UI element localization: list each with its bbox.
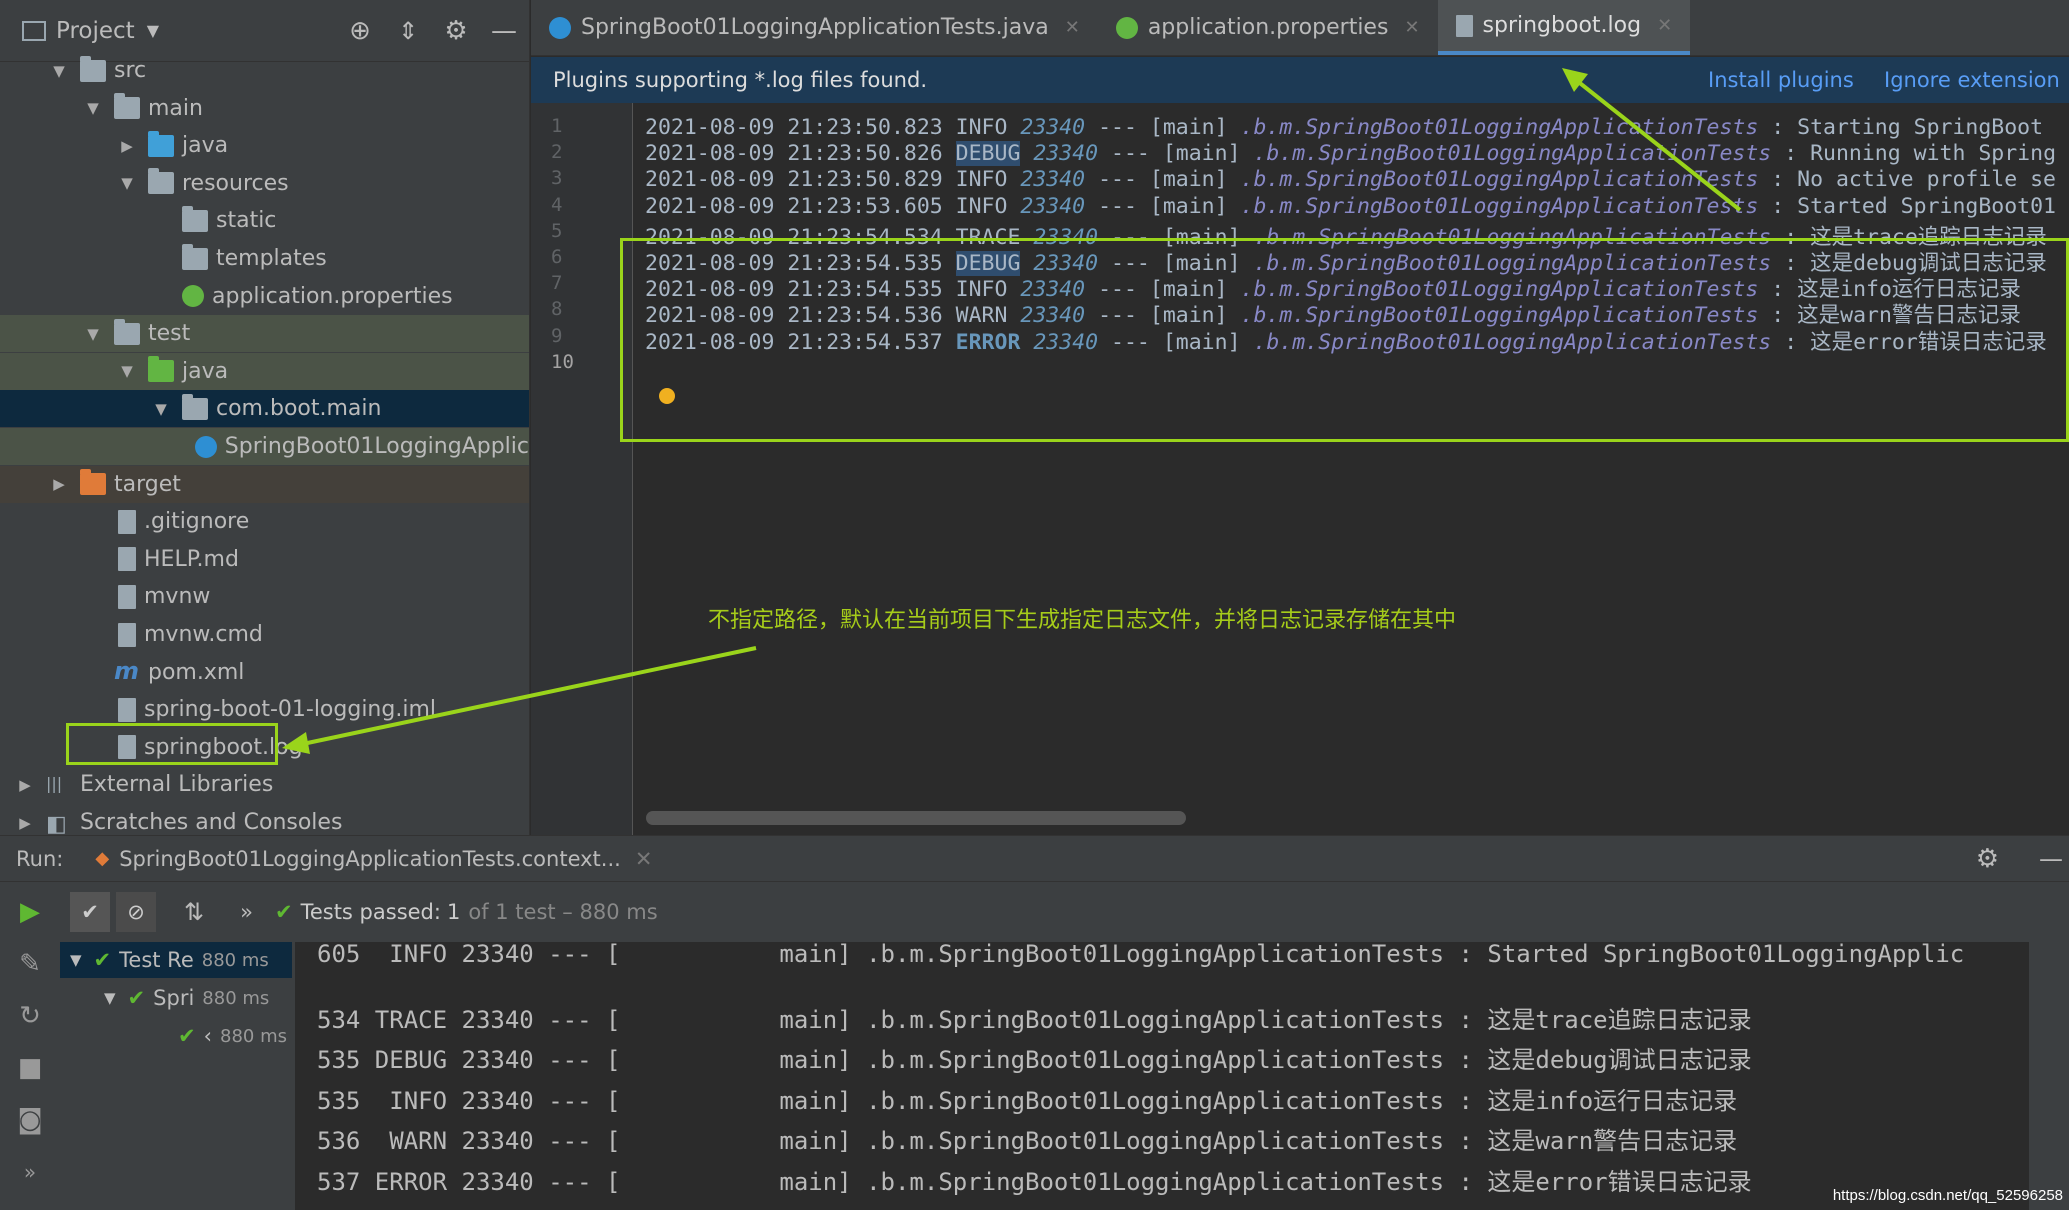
chevron-down-icon[interactable]: ▼ bbox=[104, 989, 116, 1007]
console-line: 536 WARN 23340 --- [ main] .b.m.SpringBo… bbox=[317, 1127, 1738, 1155]
tests-tree: ▼ ✔ Test Re 880 ms ▼ ✔ Spri 880 ms ✔ ‹ 8… bbox=[60, 942, 292, 1210]
test-node-time: 880 ms bbox=[202, 987, 270, 1009]
passed-check-icon: ✔ bbox=[127, 986, 146, 1010]
console-output[interactable]: 605 INFO 23340 --- [ main] .b.m.SpringBo… bbox=[295, 942, 2029, 1210]
console-line: 605 INFO 23340 --- [ main] .b.m.SpringBo… bbox=[317, 942, 1965, 968]
test-node-label: ‹ bbox=[203, 1024, 213, 1048]
chevron-down-icon[interactable]: ▼ bbox=[70, 951, 82, 969]
show-ignored-icon[interactable]: ⊘ bbox=[116, 892, 156, 932]
test-node-label: Spri bbox=[153, 986, 195, 1010]
test-node-time: 880 ms bbox=[201, 949, 269, 971]
console-line: 535 INFO 23340 --- [ main] .b.m.SpringBo… bbox=[317, 1087, 1738, 1115]
run-config-tab[interactable]: SpringBoot01LoggingApplicationTests.cont… bbox=[119, 847, 621, 871]
run-panel: Run: ◆ SpringBoot01LoggingApplicationTes… bbox=[0, 835, 2069, 1210]
run-header: Run: ◆ SpringBoot01LoggingApplicationTes… bbox=[0, 836, 2069, 882]
close-icon[interactable]: ✕ bbox=[635, 847, 653, 871]
gear-icon[interactable]: ⚙ bbox=[1976, 844, 1999, 874]
tests-summary: of 1 test – 880 ms bbox=[468, 900, 658, 924]
minimize-icon[interactable]: — bbox=[2039, 845, 2063, 873]
watermark: https://blog.csdn.net/qq_52596258 bbox=[1832, 1187, 2063, 1204]
test-node-label: Test Re bbox=[119, 948, 194, 972]
passed-check-icon: ✔ bbox=[93, 948, 112, 972]
run-toolbar: ✔ ⊘ ⇅ » ✔ Tests passed: 1 of 1 test – 88… bbox=[60, 882, 2069, 942]
more-icon[interactable]: » bbox=[8, 1150, 52, 1194]
run-left-toolbar: ▶ ✎ ↻ ■ ◙ » bbox=[0, 882, 60, 1210]
rerun-icon[interactable]: ▶ bbox=[8, 890, 52, 934]
passed-check-icon: ✔ bbox=[274, 900, 293, 924]
stop-icon[interactable]: ■ bbox=[8, 1046, 52, 1090]
tests-status: Tests passed: bbox=[300, 900, 441, 924]
arrow-to-log-file bbox=[297, 646, 757, 747]
console-line: 534 TRACE 23340 --- [ main] .b.m.SpringB… bbox=[317, 1006, 1752, 1034]
toggle-auto-test-icon[interactable]: ↻ bbox=[8, 994, 52, 1038]
console-line: 535 DEBUG 23340 --- [ main] .b.m.SpringB… bbox=[317, 1046, 1752, 1074]
tests-count: 1 bbox=[446, 900, 461, 924]
arrow-to-log-tab bbox=[1574, 78, 1742, 212]
console-line: 537 ERROR 23340 --- [ main] .b.m.SpringB… bbox=[317, 1168, 1752, 1196]
passed-check-icon: ✔ bbox=[178, 1024, 196, 1048]
camera-icon[interactable]: ◙ bbox=[8, 1098, 52, 1142]
more-icon[interactable]: » bbox=[240, 900, 253, 924]
run-label: Run: bbox=[16, 846, 64, 871]
run-config-icon: ◆ bbox=[95, 848, 110, 869]
test-method-node[interactable]: ✔ ‹ 880 ms bbox=[60, 1018, 287, 1054]
show-passed-icon[interactable]: ✔ bbox=[70, 892, 110, 932]
arrowhead bbox=[282, 732, 310, 754]
sort-icon[interactable]: ⇅ bbox=[184, 898, 204, 926]
debug-icon[interactable]: ✎ bbox=[8, 942, 52, 986]
test-node-time: 880 ms bbox=[220, 1025, 288, 1047]
test-root-node[interactable]: ▼ ✔ Test Re 880 ms bbox=[60, 942, 292, 978]
test-class-node[interactable]: ▼ ✔ Spri 880 ms bbox=[60, 980, 269, 1016]
